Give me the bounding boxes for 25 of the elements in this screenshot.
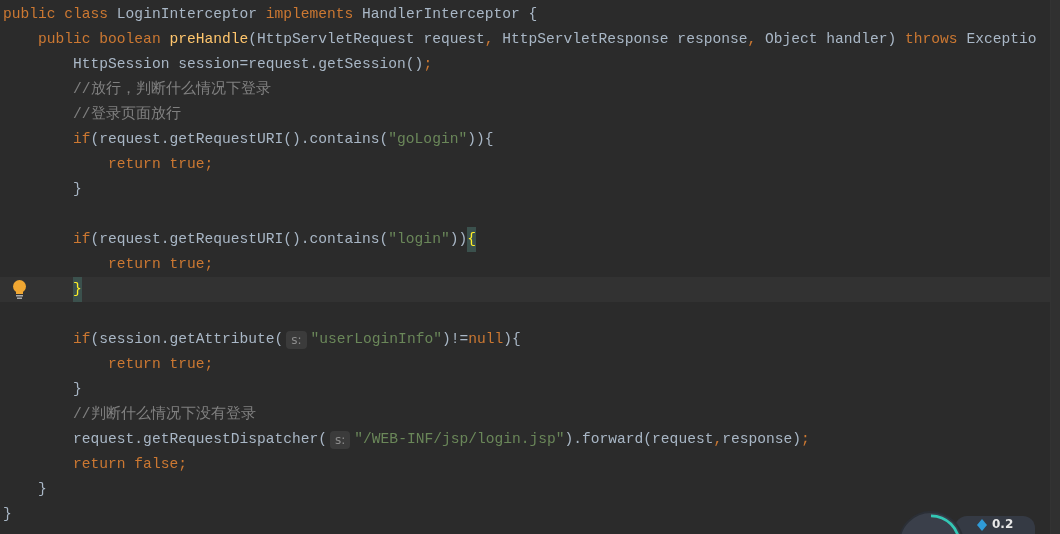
code-text: HttpSession session=request.getSession(); [72,55,433,74]
code-text: public boolean preHandle(HttpServletRequest request, HttpServletResponse response, Object handler) throws Exceptio [37,30,1037,49]
code-text: return true; [107,155,214,174]
code-comment: //判断什么情况下没有登录 [72,404,256,424]
code-text: return false; [72,455,187,474]
code-text: if(request.getRequestURI().contains("login")) [72,230,468,249]
code-text: if(request.getRequestURI().contains("goLogin")){ [72,130,494,149]
matched-brace: } [73,277,82,302]
code-text: } [72,380,82,399]
code-text: return true; [107,355,214,374]
speed-reading: 0.2 [992,517,1014,532]
code-text: return true; [107,255,214,274]
code-text: "/WEB-INF/jsp/login.jsp").forward(request,response); [354,430,810,449]
code-text: request.getRequestDispatcher( [72,430,328,449]
code-text: public class LoginInterceptor implements HandlerInterceptor { [3,5,538,24]
code-comment: //登录页面放行 [72,105,181,124]
parameter-hint: s: [286,330,307,349]
code-text: } [3,505,12,524]
code-comment: //放行，判断什么情况下登录 [72,79,271,99]
code-text: if(session.getAttribute( [72,330,284,349]
parameter-hint: s: [330,430,351,449]
code-text: "userLoginInfo")!=null){ [310,330,521,349]
code-text: } [37,480,47,499]
matched-brace: { [467,227,476,252]
code-text: } [72,180,82,199]
